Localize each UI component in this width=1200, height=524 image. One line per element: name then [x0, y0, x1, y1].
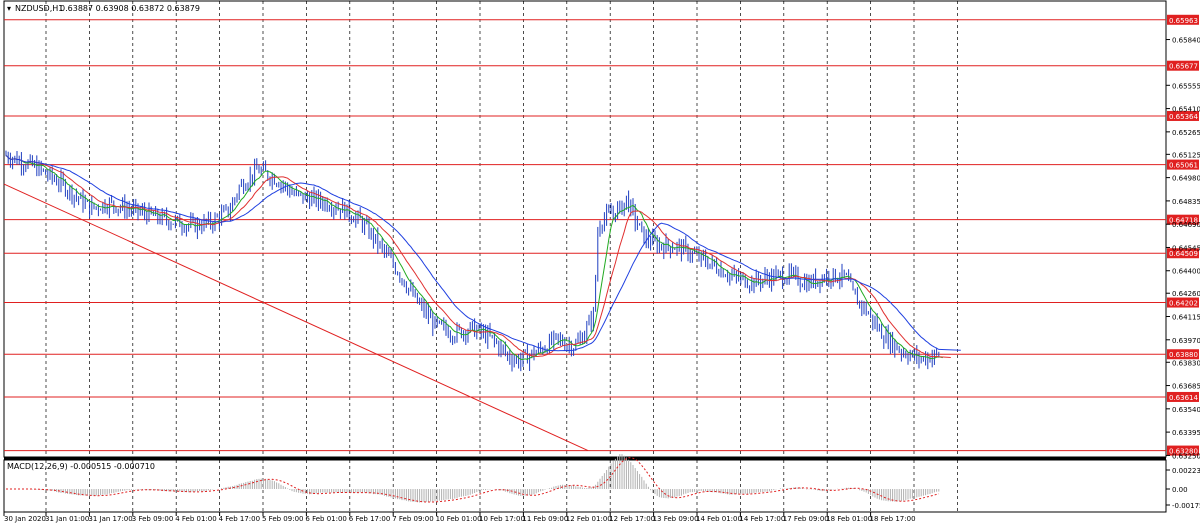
time-tick-label: 10 Feb 01:00 [436, 515, 482, 523]
time-tick-label: 12 Feb 01:00 [566, 515, 612, 523]
price-tick-label: 0.65265 [1172, 129, 1200, 137]
time-tick-label: 31 Jan 17:00 [88, 515, 132, 523]
time-axis[interactable]: 30 Jan 2020 31 Jan 01:00 31 Jan 17:00 3 Feb… [3, 512, 916, 523]
time-tick-label: 31 Jan 01:00 [45, 515, 89, 523]
time-tick-label: 6 Feb 01:00 [305, 515, 346, 523]
time-tick-label: 10 Feb 17:00 [479, 515, 525, 523]
macd-label: MACD(12,26,9) -0.000515 -0.000710 [7, 462, 155, 471]
price-tick-label: 0.63685 [1172, 383, 1200, 391]
time-tick-label: 14 Feb 17:00 [739, 515, 785, 523]
price-tick-label: 0.63970 [1172, 337, 1200, 345]
price-tick-label: 0.64835 [1172, 198, 1200, 206]
price-tick-label: 0.65410 [1172, 106, 1200, 114]
price-tick-label: 0.64115 [1172, 314, 1200, 322]
time-tick-label: 13 Feb 09:00 [653, 515, 699, 523]
price-tick-label: 0.65555 [1172, 82, 1200, 90]
macd-tick-label: 0.002239 [1172, 467, 1200, 475]
time-tick-label: 4 Feb 17:00 [219, 515, 260, 523]
price-tick-label: 0.64980 [1172, 175, 1200, 183]
time-tick-label: 30 Jan 2020 [4, 515, 46, 523]
price-tick-label: 0.63250 [1172, 452, 1200, 460]
time-tick-label: 5 Feb 09:00 [262, 515, 303, 523]
level-price-label: 0.63880 [1169, 351, 1198, 359]
macd-axis: 0.002239 0.00 -0.001752 [1166, 467, 1200, 510]
time-tick-label: 4 Feb 01:00 [175, 515, 216, 523]
price-tick-label: 0.64690 [1172, 221, 1200, 229]
time-tick-label: 14 Feb 01:00 [696, 515, 742, 523]
time-tick-label: 7 Feb 09:00 [392, 515, 433, 523]
time-tick-label: 17 Feb 09:00 [783, 515, 829, 523]
level-price-label: 0.65963 [1169, 17, 1198, 25]
price-tick-label: 0.63395 [1172, 429, 1200, 437]
main-chart-frame [3, 0, 1167, 458]
price-tick-label: 0.64260 [1172, 290, 1200, 298]
symbol-label: NZDUSD,H1 [15, 4, 63, 13]
price-tick-label: 0.63830 [1172, 359, 1200, 367]
time-tick-label: 11 Feb 09:00 [522, 515, 568, 523]
price-tick-label: 0.65840 [1172, 37, 1200, 45]
time-tick-label: 12 Feb 17:00 [609, 515, 655, 523]
level-price-label: 0.65364 [1169, 113, 1198, 121]
ohlc-readout: 0.63887 0.63908 0.63872 0.63879 [60, 4, 200, 13]
price-tick-label: 0.64545 [1172, 244, 1200, 252]
macd-tick-label: 0.00 [1172, 486, 1188, 494]
level-price-label: 0.63614 [1169, 394, 1198, 402]
chart-window[interactable]: 0.659630.656770.653640.650610.647180.645… [0, 0, 1200, 524]
time-tick-label: 6 Feb 17:00 [349, 515, 390, 523]
level-price-label: 0.64202 [1169, 300, 1198, 308]
price-tick-label: 0.64400 [1172, 268, 1200, 276]
time-tick-label: 18 Feb 01:00 [826, 515, 872, 523]
time-tick-label: 18 Feb 17:00 [870, 515, 916, 523]
time-tick-label: 3 Feb 09:00 [132, 515, 173, 523]
macd-tick-label: -0.001752 [1172, 502, 1200, 510]
price-tick-label: 0.63540 [1172, 406, 1200, 414]
level-price-label: 0.65677 [1169, 63, 1198, 71]
level-price-label: 0.65061 [1169, 162, 1198, 170]
symbol-dropdown-icon[interactable]: ▾ [7, 4, 11, 13]
price-tick-label: 0.65125 [1172, 151, 1200, 159]
